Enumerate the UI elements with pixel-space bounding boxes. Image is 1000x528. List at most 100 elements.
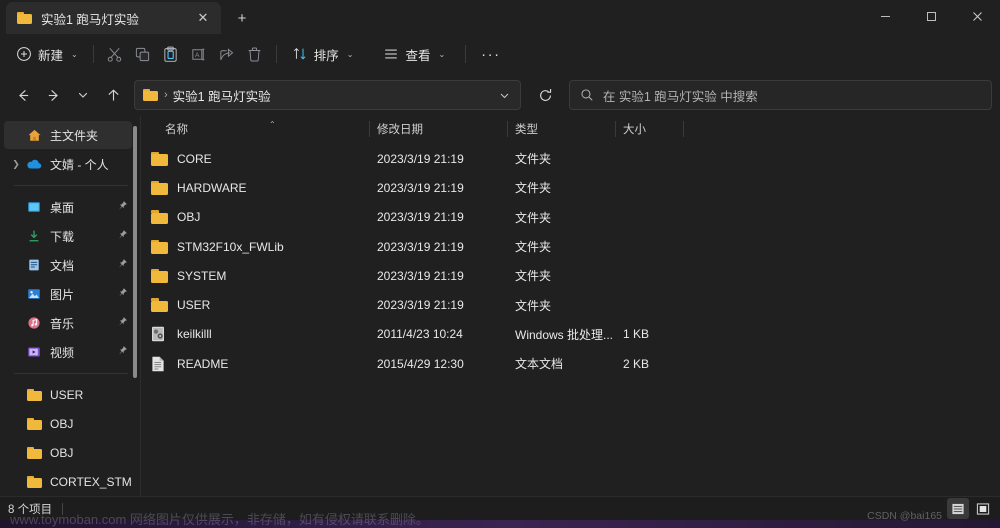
cell-size (615, 144, 683, 173)
large-icons-view-icon (976, 502, 990, 516)
minimize-button[interactable] (862, 0, 908, 33)
paste-button[interactable] (157, 39, 185, 69)
refresh-button[interactable] (531, 80, 561, 110)
folder-icon (24, 418, 44, 430)
table-row[interactable]: OBJ2023/3/19 21:19文件夹 (141, 203, 1000, 232)
sidebar-item-label: USER (50, 388, 83, 402)
maximize-button[interactable] (908, 0, 954, 33)
details-view-button[interactable] (947, 498, 969, 519)
videos-icon (24, 345, 44, 359)
cell-size (615, 203, 683, 232)
share-button[interactable] (213, 39, 241, 69)
column-header-date[interactable]: 修改日期 (369, 116, 507, 142)
folder-icon (151, 298, 168, 312)
pin-icon[interactable] (117, 287, 128, 301)
cell-name: HARDWARE (141, 173, 369, 202)
table-row[interactable]: CORE2023/3/19 21:19文件夹 (141, 144, 1000, 173)
cell-date: 2011/4/23 10:24 (369, 320, 507, 349)
view-toggle-group (947, 498, 994, 519)
close-tab-icon[interactable]: ✕ (191, 6, 215, 30)
sidebar-item-10[interactable]: OBJ (4, 439, 132, 467)
address-bar[interactable]: › 实验1 跑马灯实验 (134, 80, 521, 110)
cell-type: 文件夹 (507, 261, 615, 290)
trash-icon (246, 46, 263, 63)
clipboard-icon (162, 46, 179, 63)
pin-icon[interactable] (117, 229, 128, 243)
sort-button[interactable]: 排序 ⌄ (284, 39, 362, 69)
sidebar-item-8[interactable]: USER (4, 381, 132, 409)
table-row[interactable]: keilkilll2011/4/23 10:24Windows 批处理...1 … (141, 320, 1000, 349)
sidebar-item-3[interactable]: 下载 (4, 222, 132, 250)
sidebar-item-2[interactable]: 桌面 (4, 193, 132, 221)
sidebar-item-label: 视频 (50, 344, 74, 361)
back-button[interactable] (8, 80, 38, 110)
sidebar-item-9[interactable]: OBJ (4, 410, 132, 438)
table-row[interactable]: HARDWARE2023/3/19 21:19文件夹 (141, 173, 1000, 202)
forward-button[interactable] (38, 80, 68, 110)
new-button[interactable]: 新建 ⌄ (8, 39, 86, 69)
home-icon (24, 128, 44, 143)
sort-ascending-icon: ⌃ (269, 120, 276, 129)
pin-icon[interactable] (117, 258, 128, 272)
delete-button[interactable] (241, 39, 269, 69)
folder-icon (143, 89, 158, 101)
search-input[interactable]: 在 实验1 跑马灯实验 中搜索 (603, 86, 758, 105)
file-name-label: STM32F10x_FWLib (177, 240, 284, 254)
table-row[interactable]: SYSTEM2023/3/19 21:19文件夹 (141, 261, 1000, 290)
cell-name: keilkilll (141, 320, 369, 349)
breadcrumb-path[interactable]: 实验1 跑马灯实验 (173, 86, 494, 105)
table-row[interactable]: README2015/4/29 12:30文本文档2 KB (141, 349, 1000, 378)
close-button[interactable] (954, 0, 1000, 33)
column-header-name[interactable]: 名称 ⌃ (141, 116, 369, 142)
sidebar-item-6[interactable]: 音乐 (4, 309, 132, 337)
pin-icon[interactable] (117, 200, 128, 214)
pin-icon[interactable] (117, 345, 128, 359)
file-name-label: OBJ (177, 210, 200, 224)
large-icons-view-button[interactable] (972, 498, 994, 519)
sidebar-item-4[interactable]: 文档 (4, 251, 132, 279)
new-tab-button[interactable]: + (227, 4, 257, 32)
sidebar-item-0[interactable]: 主文件夹 (4, 121, 132, 149)
chevron-down-icon (77, 89, 89, 101)
sidebar-item-1[interactable]: ❯文婧 - 个人 (4, 150, 132, 178)
search-box[interactable]: 在 实验1 跑马灯实验 中搜索 (569, 80, 992, 110)
more-options-button[interactable]: ··· (473, 39, 509, 69)
sidebar-item-11[interactable]: CORTEX_STM3 (4, 468, 132, 496)
copy-button[interactable] (129, 39, 157, 69)
sidebar-item-5[interactable]: 图片 (4, 280, 132, 308)
toolbar-divider (93, 45, 94, 63)
cell-name: STM32F10x_FWLib (141, 232, 369, 261)
cell-type: 文件夹 (507, 173, 615, 202)
pin-icon[interactable] (117, 316, 128, 330)
column-header-spacer (683, 116, 695, 142)
sidebar-scrollbar-track[interactable] (130, 116, 140, 496)
cell-type: 文件夹 (507, 144, 615, 173)
cell-date: 2023/3/19 21:19 (369, 232, 507, 261)
cell-type: Windows 批处理... (507, 320, 615, 349)
arrow-right-icon (46, 88, 61, 103)
cell-size (615, 173, 683, 202)
column-header-type[interactable]: 类型 (507, 116, 615, 142)
sidebar-scrollbar-thumb[interactable] (133, 126, 137, 378)
table-row[interactable]: STM32F10x_FWLib2023/3/19 21:19文件夹 (141, 232, 1000, 261)
cell-name: README (141, 349, 369, 378)
up-button[interactable] (98, 80, 128, 110)
view-button[interactable]: 查看 ⌄ (375, 39, 453, 69)
chevron-down-icon: ⌄ (438, 50, 445, 59)
column-headers: 名称 ⌃ 修改日期 类型 大小 (141, 116, 1000, 142)
rename-button[interactable]: A (185, 39, 213, 69)
cell-size (615, 261, 683, 290)
command-bar: 新建 ⌄ (0, 34, 1000, 74)
tab-shiyan1[interactable]: 实验1 跑马灯实验 ✕ (6, 2, 221, 34)
folder-icon (17, 12, 32, 24)
svg-text:A: A (195, 51, 200, 58)
sidebar-item-7[interactable]: 视频 (4, 338, 132, 366)
view-list-icon (383, 46, 399, 62)
chevron-right-icon[interactable]: ❯ (8, 159, 24, 170)
cut-button[interactable] (101, 39, 129, 69)
column-header-size[interactable]: 大小 (615, 116, 683, 142)
address-dropdown-icon[interactable] (494, 82, 516, 108)
table-row[interactable]: USER2023/3/19 21:19文件夹 (141, 290, 1000, 319)
arrow-left-icon (16, 88, 31, 103)
recent-locations-button[interactable] (68, 80, 98, 110)
